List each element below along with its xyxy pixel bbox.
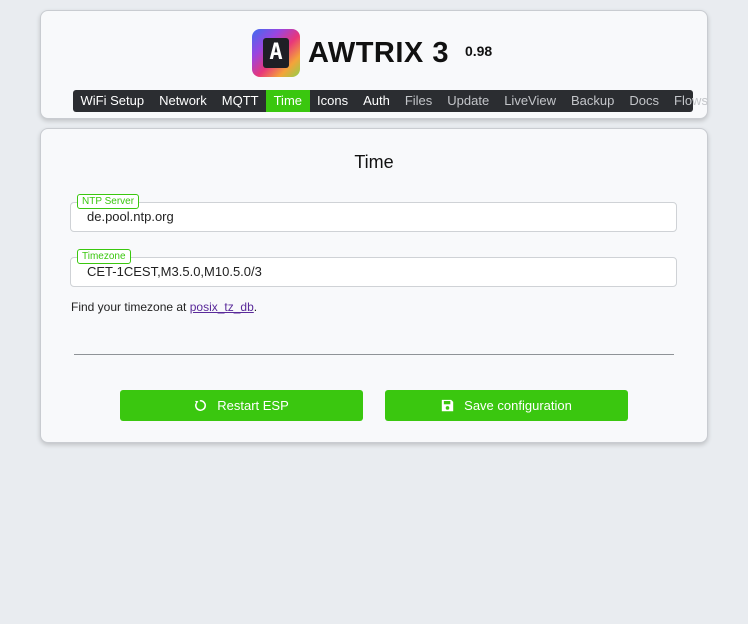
nav-item-auth[interactable]: Auth [356,90,398,112]
save-configuration-button[interactable]: Save configuration [385,390,628,421]
save-configuration-label: Save configuration [464,398,572,413]
nav-item-icons[interactable]: Icons [310,90,356,112]
nav-item-backup[interactable]: Backup [564,90,622,112]
nav-item-wifi-setup[interactable]: WiFi Setup [73,90,152,112]
ntp-server-label: NTP Server [77,194,140,209]
posix-tz-db-link[interactable]: posix_tz_db [190,300,254,314]
timezone-help: Find your timezone at posix_tz_db. [71,300,257,314]
section-title: Time [354,152,394,172]
awtrix-logo: A [252,29,300,77]
app-title: AWTRIX 3 [308,36,449,69]
timezone-field[interactable]: Timezone [70,249,677,287]
timezone-input[interactable] [87,264,647,279]
divider [74,354,674,355]
ntp-server-field[interactable]: NTP Server [70,194,677,232]
restart-icon [194,399,207,412]
restart-esp-button[interactable]: Restart ESP [120,390,363,421]
nav-item-docs[interactable]: Docs [622,90,667,112]
nav-item-mqtt[interactable]: MQTT [214,90,266,112]
help-text: Find your timezone at [71,300,190,314]
main-nav: WiFi Setup Network MQTT Time Icons Auth Files U… [73,90,708,112]
nav-item-flows[interactable]: Flows [667,90,716,112]
nav-item-update[interactable]: Update [440,90,497,112]
logo-letter: A [263,38,289,68]
help-suffix: . [253,300,258,314]
page: A AWTRIX 3 0.98 WiFi Setup Network MQTT Tim… [0,0,748,624]
floppy-disk-icon [441,399,454,412]
ntp-server-input[interactable] [87,209,647,224]
version-label: 0.98 [464,43,493,59]
time-settings-card: Time NTP Server Timezone Find your timez… [40,128,708,443]
nav-item-files[interactable]: Files [397,90,439,112]
timezone-label: Timezone [77,249,131,264]
header-card: A AWTRIX 3 0.98 WiFi Setup Network MQTT Tim… [40,10,708,119]
brand: A AWTRIX 3 0.98 [252,29,492,77]
nav-item-time[interactable]: Time [266,90,310,112]
restart-esp-label: Restart ESP [217,398,289,413]
nav-item-network[interactable]: Network [152,90,215,112]
nav-item-liveview[interactable]: LiveView [497,90,564,112]
